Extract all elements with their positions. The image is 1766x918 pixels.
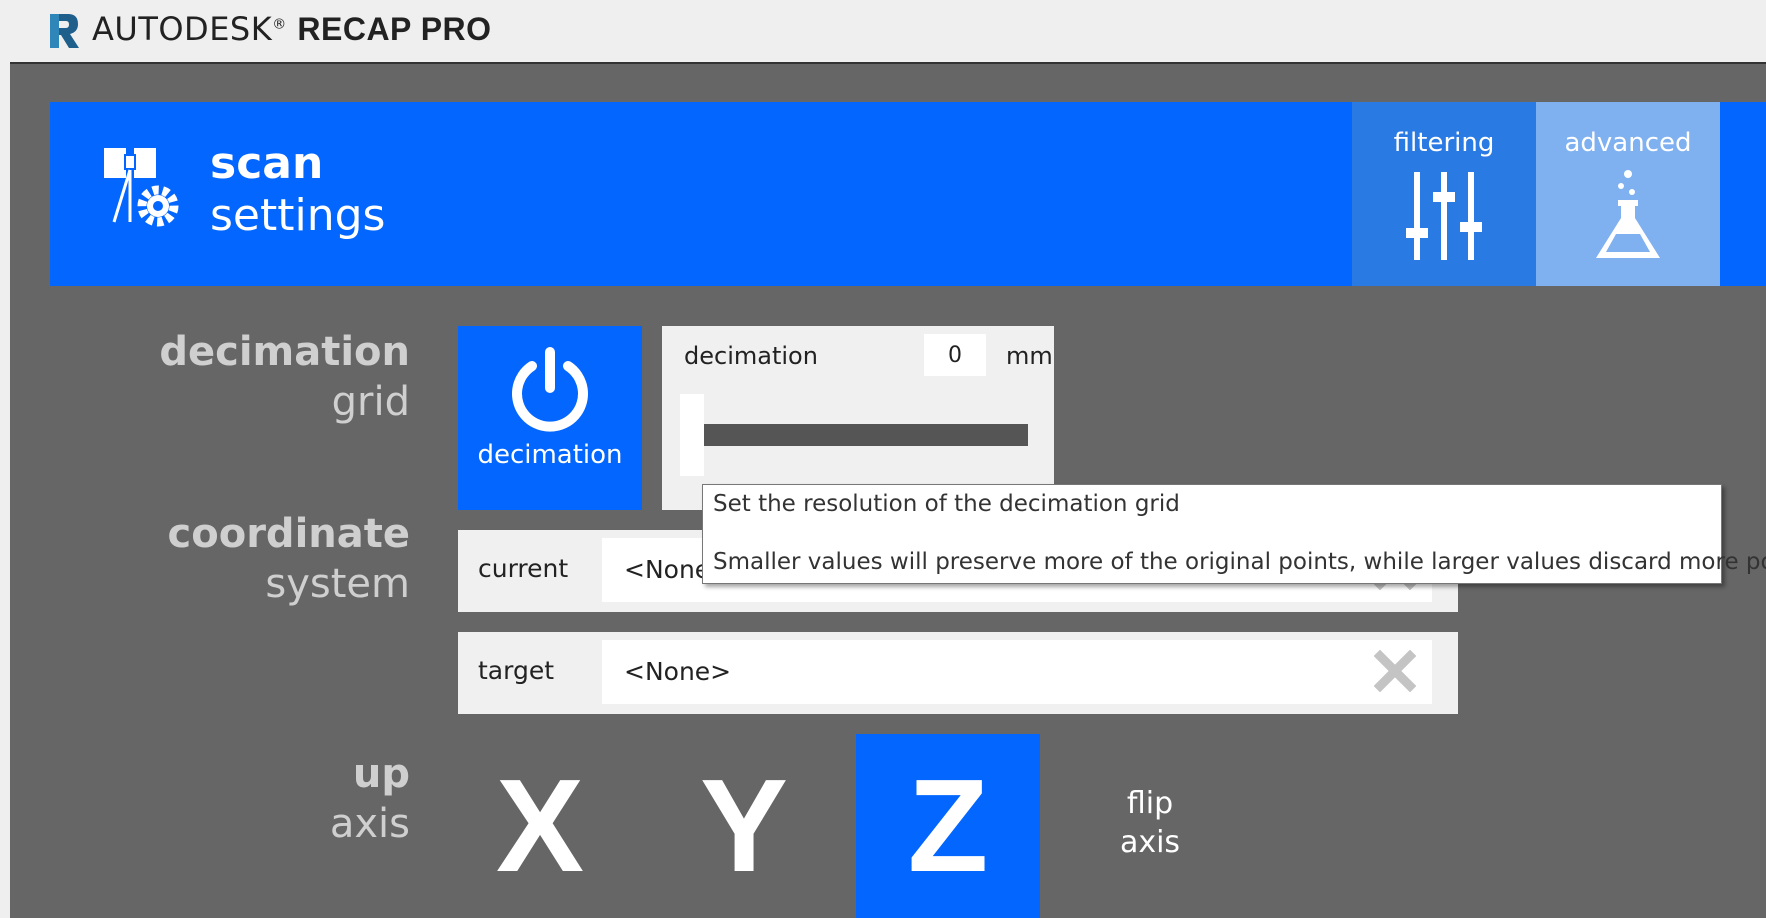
brand-product: RECAP PRO (297, 11, 492, 47)
axis-z-button[interactable]: Z (856, 734, 1040, 918)
recap-logo-icon (50, 14, 79, 48)
coordinate-label-bold: coordinate (167, 511, 410, 557)
current-label: current (478, 554, 569, 583)
header-title-light: settings (210, 190, 386, 241)
axis-y-button[interactable]: Y (652, 734, 836, 918)
power-icon (512, 347, 588, 432)
up-axis-label-bold: up (352, 751, 410, 797)
coordinate-section-label: coordinate system (168, 514, 410, 604)
target-label: target (478, 656, 555, 685)
flip-label-line2: axis (1119, 825, 1181, 860)
registered-mark: ® (272, 16, 287, 33)
sliders-icon (1406, 172, 1482, 260)
tooltip-line1: Set the resolution of the decimation gri… (713, 491, 1180, 517)
decimation-slider-track[interactable] (680, 424, 1028, 446)
axis-x-button[interactable]: X (448, 734, 632, 918)
flip-axis-button[interactable]: flip axis (1060, 784, 1240, 862)
title-bar: AUTODESK® RECAP PRO (0, 0, 1766, 62)
decimation-label-bold: decimation (159, 329, 410, 375)
decimation-slider-label: decimation (684, 342, 818, 370)
decimation-value-input[interactable] (924, 334, 986, 376)
target-coordinate-row: target <None> (458, 632, 1458, 714)
header-title: scan settings (210, 142, 385, 238)
brand-autodesk: AUTODESK (92, 10, 273, 48)
flip-label-line1: flip (1126, 786, 1174, 821)
target-clear-icon[interactable] (1374, 650, 1416, 692)
decimation-slider-panel: decimation mm (662, 326, 1054, 510)
app-title: AUTODESK® RECAP PRO (92, 10, 492, 48)
target-coordinate-value: <None> (624, 657, 732, 686)
scan-settings-icon (104, 148, 179, 227)
up-axis-label-light: axis (329, 801, 410, 847)
target-coordinate-field[interactable]: <None> (602, 640, 1432, 704)
tab-advanced-label: advanced (1564, 128, 1692, 158)
decimation-toggle-button[interactable]: decimation (458, 326, 642, 510)
decimation-label-light: grid (331, 379, 410, 425)
decimation-tooltip: Set the resolution of the decimation gri… (702, 484, 1766, 584)
scan-settings-header: scan settings filtering advanced (50, 102, 1766, 286)
tooltip-line2: Smaller values will preserve more of the… (713, 549, 1766, 575)
decimation-slider-thumb[interactable] (680, 394, 704, 476)
decimation-toggle-label: decimation (477, 440, 623, 470)
flask-icon (1596, 170, 1660, 258)
tab-filtering-label: filtering (1393, 128, 1495, 158)
decimation-section-label: decimation grid (159, 332, 410, 422)
tab-filtering[interactable]: filtering (1352, 102, 1536, 286)
header-title-bold: scan (210, 138, 324, 189)
up-axis-section-label: up axis (330, 754, 410, 844)
coordinate-label-light: system (265, 561, 410, 607)
tab-advanced[interactable]: advanced (1536, 102, 1720, 286)
decimation-unit: mm (1006, 342, 1053, 370)
